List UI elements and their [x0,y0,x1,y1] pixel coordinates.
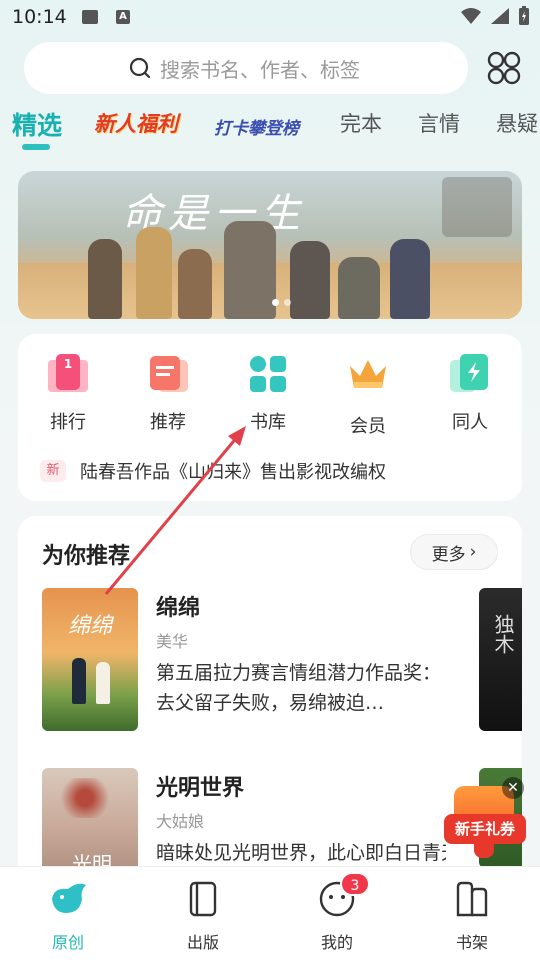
recommend-label: 推荐 [150,412,186,433]
book-cover[interactable]: 绵绵 [42,588,138,731]
library-entry[interactable]: 书库 [228,354,308,434]
status-indicators [460,6,530,26]
nav-publish[interactable]: 出版 [163,879,243,953]
news-badge: 新 [40,460,66,482]
image-notification-icon [82,10,98,24]
book-info[interactable]: 光明世界 大姑娘 暗昧处见光明世界，此心即白日青天 [156,770,456,868]
bookshelf-icon [456,881,488,917]
a-notification-icon: A [116,10,130,24]
side-book-cover[interactable]: 独木 [479,588,522,731]
tab-romance[interactable]: 言情 [418,108,460,138]
nav-original[interactable]: 原创 [28,879,108,953]
news-text: 陆春吾作品《山归来》售出影视改编权 [80,462,386,483]
tab-mystery[interactable]: 悬疑 [496,108,538,138]
search-input[interactable]: 搜索书名、作者、标签 [24,42,468,94]
ranking-entry[interactable]: 1 排行 [28,354,108,434]
ranking-label: 排行 [50,412,86,433]
tab-new-user-benefits[interactable]: 新人福利 [94,108,178,138]
book-description: 第五届拉力赛言情组潜力作品奖：去父留子失败，易绵被迫… [156,662,442,714]
bird-icon [52,883,86,913]
fanfic-icon [450,354,490,394]
book-author: 美华 [156,632,189,651]
recommend-icon [148,354,188,394]
book-title: 光明世界 [156,776,245,801]
crown-icon [350,360,386,388]
banner-figure [88,239,122,319]
search-placeholder: 搜索书名、作者、标签 [160,57,360,82]
book-description: 暗昧处见光明世界，此心即白日青天 [156,842,446,864]
status-bar: 10:14 A [0,0,540,36]
tab-active-indicator [22,144,50,150]
banner-figure [290,241,330,319]
book-icon [189,881,217,917]
cover-title: 绵绵 [68,614,113,639]
fanfic-entry[interactable]: 同人 [430,354,510,434]
more-button[interactable]: 更多 › [410,534,498,570]
nav-label: 我的 [320,933,353,952]
ranking-icon: 1 [48,354,88,394]
fanfic-label: 同人 [452,412,488,433]
tab-featured[interactable]: 精选 [12,106,62,142]
cover-title: 独木 [491,614,515,654]
vip-entry[interactable]: 会员 [328,354,408,438]
book-author: 大姑娘 [156,812,205,831]
signal-icon [491,8,509,24]
category-grid-icon[interactable] [486,50,522,86]
category-tabs: 精选 新人福利 打卡攀登榜 完本 言情 悬疑 [0,108,540,156]
tab-completed[interactable]: 完本 [340,108,382,138]
book-title: 绵绵 [156,596,201,621]
search-icon [129,57,151,79]
book-info[interactable]: 绵绵 美华 第五届拉力赛言情组潜力作品奖：去父留子失败，易绵被迫… [156,590,456,718]
coupon-label: 新手礼券 [444,814,526,844]
banner-figure [338,257,380,319]
nav-label: 出版 [186,933,219,952]
nav-label: 原创 [51,933,84,952]
more-label: 更多 [431,544,466,565]
cover-figure [72,658,86,704]
nav-bookshelf[interactable]: 书架 [432,879,512,953]
wifi-icon [461,8,481,24]
section-title: 为你推荐 [42,544,131,569]
banner-figure [390,239,430,319]
coupon-tab [474,844,494,858]
news-ticker[interactable]: 新 陆春吾作品《山归来》售出影视改编权 [40,458,386,484]
cover-figure [96,662,110,704]
battery-icon [519,6,529,25]
notification-badge: 3 [340,872,370,896]
bottom-navigation: 原创 出版 我的 书架 [0,866,540,960]
recommend-entry[interactable]: 推荐 [128,354,208,434]
quick-entry-card: 1 排行 推荐 书库 会员 同人 新 陆春吾作品《山归来》售出影视改编权 [18,334,522,501]
banner-figure [178,249,212,319]
chevron-right-icon: › [469,542,477,562]
library-label: 书库 [250,412,286,433]
library-icon [248,354,288,394]
promo-banner[interactable]: 命是一生 [18,171,522,319]
nav-label: 书架 [455,933,488,952]
banner-text-block [442,177,512,237]
banner-dot [284,299,291,306]
banner-dot-active [272,299,279,306]
status-time: 10:14 [12,6,67,28]
close-icon[interactable]: ✕ [502,777,524,799]
vip-label: 会员 [350,416,386,437]
banner-figure [224,221,276,319]
cover-blossom [50,778,120,818]
banner-figure [136,227,172,319]
tab-checkin-ranking[interactable]: 打卡攀登榜 [214,114,299,139]
